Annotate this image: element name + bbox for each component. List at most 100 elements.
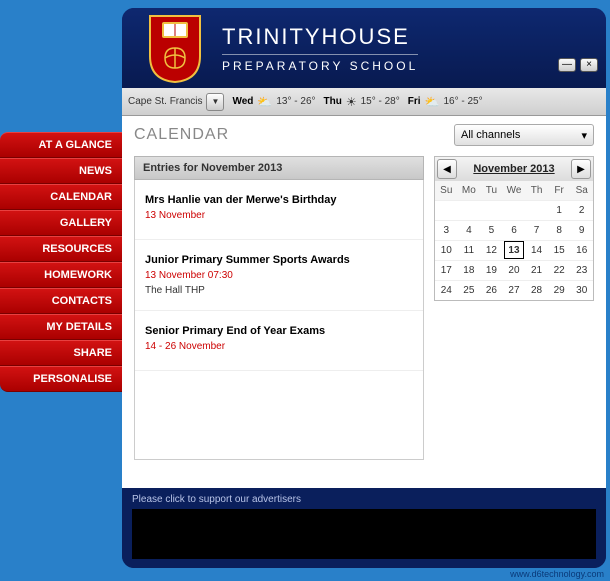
weather-temp: 16° - 25°	[443, 96, 482, 107]
header: TRINITYHOUSE PREPARATORY SCHOOL — ×	[122, 8, 606, 88]
entry-title: Mrs Hanlie van der Merwe's Birthday	[145, 194, 413, 206]
calendar-day[interactable]: 14	[525, 240, 548, 260]
calendar-day[interactable]: 2	[570, 200, 593, 220]
calendar-day[interactable]: 25	[458, 280, 481, 300]
mini-calendar: ◀ November 2013 ▶ SuMoTuWeThFrSa12345678…	[434, 156, 594, 301]
calendar-day	[458, 200, 481, 220]
entries-list[interactable]: Mrs Hanlie van der Merwe's Birthday 13 N…	[134, 180, 424, 460]
calendar-day[interactable]: 10	[435, 240, 458, 260]
calendar-dow: Fr	[548, 181, 571, 200]
calendar-day[interactable]: 15	[548, 240, 571, 260]
calendar-day[interactable]: 26	[480, 280, 503, 300]
calendar-day[interactable]: 12	[480, 240, 503, 260]
calendar-dow: Sa	[570, 181, 593, 200]
school-crest-icon	[146, 14, 204, 84]
sidebar-item-gallery[interactable]: GALLERY	[0, 210, 122, 236]
chevron-down-icon: ▾	[581, 129, 587, 142]
calendar-title[interactable]: November 2013	[459, 163, 569, 175]
entry-title: Senior Primary End of Year Exams	[145, 325, 413, 337]
calendar-day[interactable]: 8	[548, 220, 571, 240]
calendar-next-button[interactable]: ▶	[571, 159, 591, 179]
weather-day-label: Wed	[232, 96, 253, 107]
sidebar-item-resources[interactable]: RESOURCES	[0, 236, 122, 262]
sidebar-item-homework[interactable]: HOMEWORK	[0, 262, 122, 288]
weather-temp: 13° - 26°	[276, 96, 315, 107]
title-block: TRINITYHOUSE PREPARATORY SCHOOL	[222, 24, 418, 73]
location-selector[interactable]: Cape St. Francis ▼	[128, 93, 224, 111]
calendar-day	[480, 200, 503, 220]
calendar-dow: Su	[435, 181, 458, 200]
calendar-day[interactable]: 1	[548, 200, 571, 220]
calendar-entry[interactable]: Senior Primary End of Year Exams 14 - 26…	[135, 311, 423, 371]
calendar-day	[435, 200, 458, 220]
weather-icon: ☀	[346, 95, 357, 109]
app-window: TRINITYHOUSE PREPARATORY SCHOOL — × Cape…	[122, 8, 606, 568]
calendar-day[interactable]: 7	[525, 220, 548, 240]
window-controls: — ×	[558, 58, 598, 72]
calendar-day[interactable]: 16	[570, 240, 593, 260]
sidebar-item-news[interactable]: NEWS	[0, 158, 122, 184]
sidebar-item-share[interactable]: SHARE	[0, 340, 122, 366]
calendar-day	[525, 200, 548, 220]
calendar-day[interactable]: 17	[435, 260, 458, 280]
entry-date: 13 November 07:30	[145, 270, 413, 281]
calendar-day[interactable]: 27	[503, 280, 526, 300]
weather-temp: 15° - 28°	[361, 96, 400, 107]
footer: Please click to support our advertisers	[122, 488, 606, 568]
channel-filter-value: All channels	[461, 129, 520, 141]
calendar-day[interactable]: 6	[503, 220, 526, 240]
calendar-dow: Mo	[458, 181, 481, 200]
location-label: Cape St. Francis	[128, 96, 202, 107]
calendar-day[interactable]: 4	[458, 220, 481, 240]
ad-prompt: Please click to support our advertisers	[122, 488, 606, 509]
calendar-entry[interactable]: Junior Primary Summer Sports Awards 13 N…	[135, 240, 423, 311]
sidebar-item-at-a-glance[interactable]: AT A GLANCE	[0, 132, 122, 158]
weather-day-label: Thu	[324, 96, 342, 107]
sidebar-item-calendar[interactable]: CALENDAR	[0, 184, 122, 210]
entry-location: The Hall THP	[145, 285, 413, 296]
info-bar: Cape St. Francis ▼ Wed ⛅ 13° - 26° Thu ☀…	[122, 88, 606, 116]
calendar-day[interactable]: 18	[458, 260, 481, 280]
sidebar-item-personalise[interactable]: PERSONALISE	[0, 366, 122, 392]
minimize-button[interactable]: —	[558, 58, 576, 72]
entry-date: 13 November	[145, 210, 413, 221]
chevron-down-icon[interactable]: ▼	[206, 93, 224, 111]
close-button[interactable]: ×	[580, 58, 598, 72]
calendar-day[interactable]: 3	[435, 220, 458, 240]
calendar-day[interactable]: 13	[503, 240, 526, 260]
entries-header: Entries for November 2013	[134, 156, 424, 180]
entry-title: Junior Primary Summer Sports Awards	[145, 254, 413, 266]
calendar-day[interactable]: 11	[458, 240, 481, 260]
calendar-day[interactable]: 24	[435, 280, 458, 300]
sidebar: AT A GLANCENEWSCALENDARGALLERYRESOURCESH…	[0, 132, 122, 392]
sidebar-item-contacts[interactable]: CONTACTS	[0, 288, 122, 314]
weather-day-label: Fri	[408, 96, 421, 107]
content-area: CALENDAR All channels ▾ Entries for Nove…	[122, 116, 606, 488]
calendar-day[interactable]: 19	[480, 260, 503, 280]
calendar-entry[interactable]: Mrs Hanlie van der Merwe's Birthday 13 N…	[135, 180, 423, 240]
calendar-dow: Th	[525, 181, 548, 200]
calendar-day[interactable]: 30	[570, 280, 593, 300]
channel-filter-dropdown[interactable]: All channels ▾	[454, 124, 594, 146]
weather-day-0: Wed ⛅ 13° - 26°	[232, 95, 315, 109]
ad-banner[interactable]	[132, 509, 596, 559]
page-title: CALENDAR	[134, 126, 229, 144]
calendar-day[interactable]: 29	[548, 280, 571, 300]
calendar-day[interactable]: 22	[548, 260, 571, 280]
app-title: TRINITYHOUSE	[222, 24, 418, 55]
credit-link[interactable]: www.d6technology.com	[510, 569, 604, 579]
calendar-day[interactable]: 20	[503, 260, 526, 280]
app-subtitle: PREPARATORY SCHOOL	[222, 55, 418, 73]
calendar-day[interactable]: 28	[525, 280, 548, 300]
calendar-day[interactable]: 21	[525, 260, 548, 280]
calendar-dow: Tu	[480, 181, 503, 200]
calendar-prev-button[interactable]: ◀	[437, 159, 457, 179]
calendar-day[interactable]: 5	[480, 220, 503, 240]
calendar-dow: We	[503, 181, 526, 200]
calendar-grid: SuMoTuWeThFrSa12345678910111213141516171…	[435, 181, 593, 300]
calendar-day	[503, 200, 526, 220]
sidebar-item-my-details[interactable]: MY DETAILS	[0, 314, 122, 340]
calendar-day[interactable]: 9	[570, 220, 593, 240]
weather-icon: ⛅	[257, 95, 272, 109]
calendar-day[interactable]: 23	[570, 260, 593, 280]
